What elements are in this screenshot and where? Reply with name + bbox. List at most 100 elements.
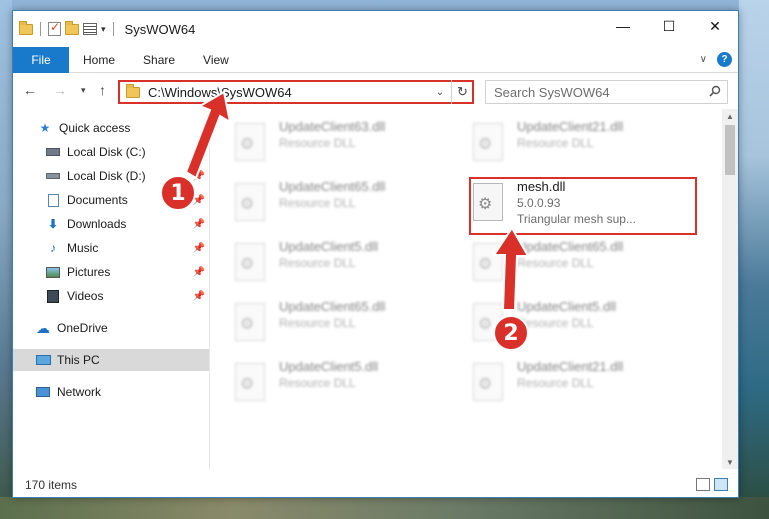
toolbar-divider [112, 22, 114, 36]
maximize-button[interactable]: ☐ [646, 11, 692, 41]
gear-icon: ⚙ [240, 136, 255, 153]
pin-icon[interactable]: 📌 [193, 243, 205, 254]
pin-icon[interactable]: 📌 [193, 219, 205, 230]
file-item[interactable]: ⚙ UpdateClient5.dll Resource DLL [235, 239, 455, 293]
pin-icon[interactable]: 📌 [193, 171, 205, 182]
sidebar-item-label: Downloads [67, 217, 127, 231]
expand-ribbon-chevron-icon[interactable]: ∨ [700, 54, 707, 65]
refresh-icon[interactable]: ↻ [451, 80, 473, 104]
file-item[interactable]: ⚙ UpdateClient65.dll Resource DLL [235, 299, 455, 353]
file-name: UpdateClient63.dll [279, 119, 386, 134]
pictures-icon [45, 265, 61, 279]
file-description: Resource DLL [279, 136, 356, 150]
scroll-down-arrow-icon[interactable]: ▼ [722, 455, 738, 469]
window-controls: — ☐ ✕ [600, 11, 738, 41]
gear-icon: ⚙ [478, 316, 493, 333]
address-dropdown-chevron-icon[interactable]: ⌄ [430, 87, 450, 98]
explorer-window: ▾ SysWOW64 — ☐ ✕ File Home Share View ∨ … [12, 10, 739, 498]
sidebar-item-pictures[interactable]: Pictures 📌 [13, 261, 209, 283]
file-name: UpdateClient65.dll [517, 239, 624, 254]
tab-view[interactable]: View [189, 53, 243, 67]
gear-icon: ⚙ [240, 196, 255, 213]
gear-icon: ⚙ [240, 376, 255, 393]
drive-icon [45, 145, 61, 159]
desktop-wallpaper-bottom [0, 497, 769, 519]
pin-icon[interactable]: 📌 [193, 267, 205, 278]
quick-access-toolbar: ▾ [19, 20, 117, 36]
tab-share[interactable]: Share [129, 53, 189, 67]
file-description: Resource DLL [517, 256, 594, 270]
file-item[interactable]: ⚙ UpdateClient65.dll Resource DLL [235, 179, 455, 233]
dll-file-icon: ⚙ [473, 243, 503, 281]
customize-toolbar-chevron-icon[interactable]: ▾ [101, 24, 106, 35]
sidebar-item-videos[interactable]: Videos 📌 [13, 285, 209, 307]
file-item[interactable]: ⚙ UpdateClient5.dll Resource DLL [235, 359, 455, 413]
gear-icon: ⚙ [478, 136, 493, 153]
file-name: UpdateClient5.dll [279, 239, 379, 254]
file-item[interactable]: ⚙ UpdateClient63.dll Resource DLL [235, 119, 455, 173]
file-description: Resource DLL [517, 376, 594, 390]
sidebar-item-local-disk-c[interactable]: Local Disk (C:) [13, 141, 209, 163]
pin-icon[interactable]: 📌 [193, 291, 205, 302]
dll-file-icon: ⚙ [235, 243, 265, 281]
sidebar-item-music[interactable]: ♪ Music 📌 [13, 237, 209, 259]
folder-icon[interactable] [19, 20, 33, 35]
back-arrow-icon[interactable]: ← [23, 82, 37, 98]
ribbon-right: ∨ ? [700, 52, 732, 67]
mesh-dll-highlight [469, 177, 697, 235]
sidebar-item-onedrive[interactable]: ☁ OneDrive [13, 317, 209, 339]
file-item[interactable]: ⚙ UpdateClient65.dll Resource DLL [473, 239, 693, 293]
minimize-button[interactable]: — [600, 11, 646, 41]
computer-icon [35, 353, 51, 367]
help-icon[interactable]: ? [717, 52, 732, 67]
recent-locations-chevron-icon[interactable]: ▾ [81, 85, 86, 96]
forward-arrow-icon[interactable]: → [53, 82, 67, 98]
folder-icon [126, 83, 140, 98]
file-item[interactable]: ⚙ UpdateClient21.dll Resource DLL [473, 119, 693, 173]
toolbar-divider [40, 22, 41, 36]
file-description: Resource DLL [279, 196, 356, 210]
new-folder-icon[interactable] [65, 20, 79, 35]
ribbon-tabs: File Home Share View ∨ ? [13, 46, 738, 73]
navigation-pane: ★ Quick access Local Disk (C:) Local Dis… [13, 109, 209, 469]
title-bar: ▾ SysWOW64 — ☐ ✕ [13, 11, 738, 47]
file-name: UpdateClient5.dll [517, 299, 617, 314]
file-description: Resource DLL [517, 136, 594, 150]
large-icons-view-icon[interactable] [714, 478, 728, 491]
file-name: UpdateClient65.dll [279, 179, 386, 194]
properties-check-icon[interactable] [48, 20, 61, 36]
scroll-up-arrow-icon[interactable]: ▲ [722, 109, 738, 123]
sidebar-item-label: Local Disk (D:) [67, 169, 146, 183]
tab-home[interactable]: Home [69, 53, 129, 67]
tab-file[interactable]: File [13, 46, 69, 73]
sidebar-item-this-pc[interactable]: This PC [13, 349, 209, 371]
cloud-icon: ☁ [36, 319, 50, 336]
up-arrow-icon[interactable]: ↑ [99, 82, 106, 98]
step-1-badge: 1 [160, 175, 196, 211]
search-icon[interactable] [709, 85, 721, 97]
download-icon: ⬇ [47, 217, 59, 231]
sidebar-item-quick-access[interactable]: ★ Quick access [13, 117, 209, 139]
sidebar-item-network[interactable]: Network [13, 381, 209, 403]
scrollbar-thumb[interactable] [725, 125, 735, 175]
address-path[interactable]: C:\Windows\SysWOW64 [148, 85, 430, 100]
file-item[interactable]: ⚙ UpdateClient21.dll Resource DLL [473, 359, 693, 413]
gear-icon: ⚙ [478, 376, 493, 393]
file-description: Resource DLL [279, 376, 356, 390]
gear-icon: ⚙ [240, 256, 255, 273]
desktop-wallpaper-right [739, 0, 769, 519]
vertical-scrollbar[interactable]: ▲ ▼ [722, 109, 738, 469]
window-title: SysWOW64 [124, 21, 196, 37]
close-button[interactable]: ✕ [692, 11, 738, 41]
file-name: UpdateClient21.dll [517, 359, 624, 374]
network-icon [35, 385, 51, 399]
sidebar-item-downloads[interactable]: ⬇ Downloads 📌 [13, 213, 209, 235]
gear-icon: ⚙ [478, 256, 493, 273]
address-bar[interactable]: C:\Windows\SysWOW64 ⌄ [118, 80, 474, 104]
properties-icon[interactable] [83, 23, 97, 35]
search-input[interactable]: Search SysWOW64 [485, 80, 728, 104]
details-view-icon[interactable] [696, 478, 710, 491]
sidebar-item-label: Documents [67, 193, 128, 207]
sidebar-item-label: Videos [67, 289, 104, 303]
gear-icon: ⚙ [240, 316, 255, 333]
